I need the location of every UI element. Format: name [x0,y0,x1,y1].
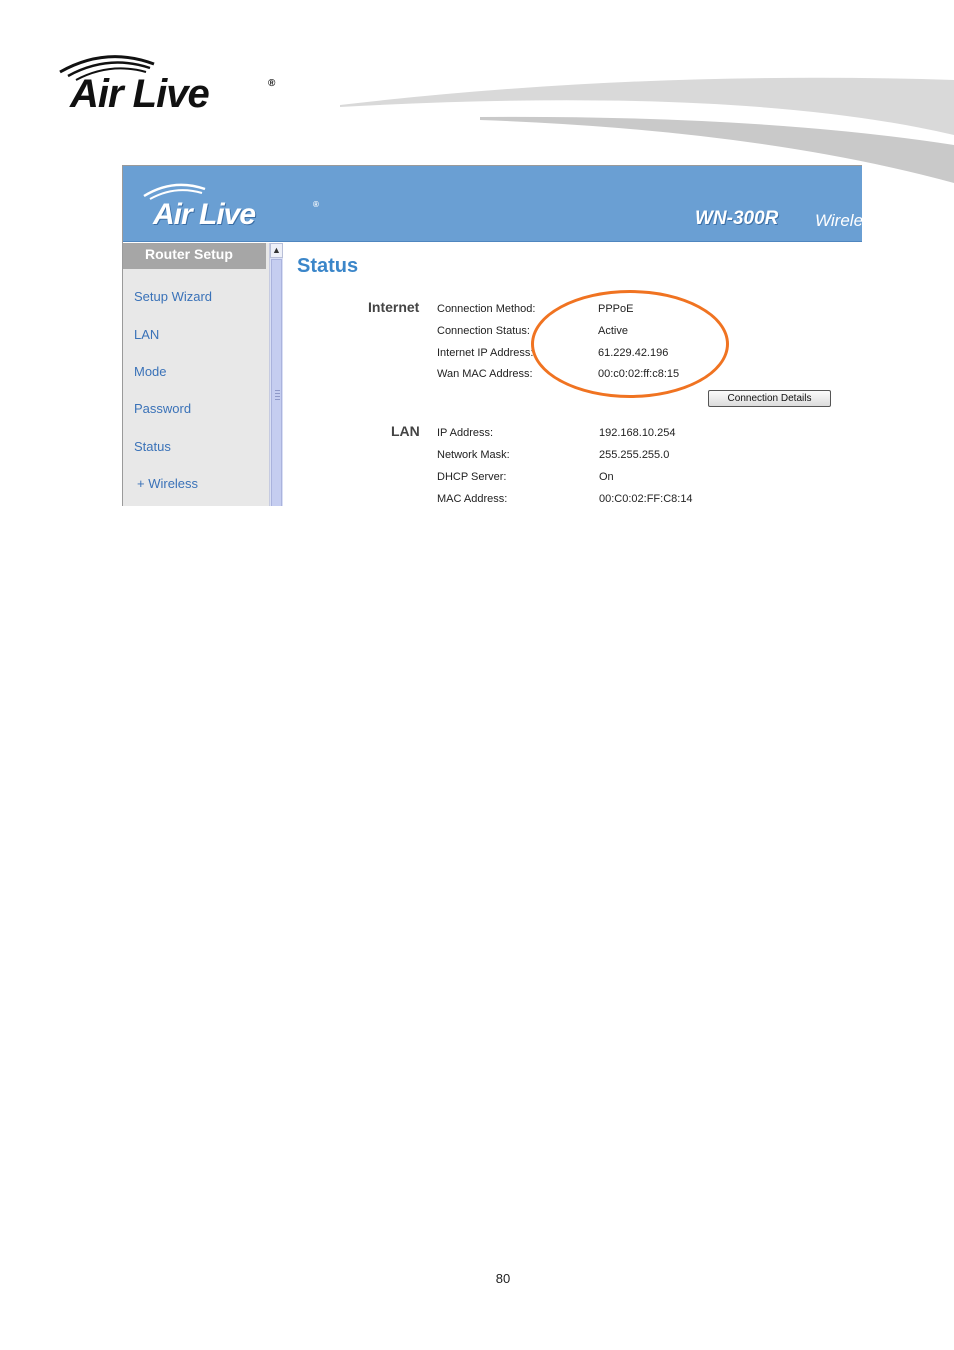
banner-logo: Air Live ® [141,180,321,236]
wan-mac-label: Wan MAC Address: [437,368,533,380]
model-name: WN-300R [695,208,779,229]
connection-details-button[interactable]: Connection Details [708,390,831,407]
lan-mac-value: 00:C0:02:FF:C8:14 [599,493,693,505]
logo-wordmark: Air Live [70,72,210,116]
network-mask-label: Network Mask: [437,449,510,461]
sidebar-nav: Router Setup Setup Wizard LAN Mode Passw… [123,243,269,506]
sidebar-scrollbar[interactable]: ▲ [269,243,283,506]
connection-method-label: Connection Method: [437,303,536,315]
internet-ip-label: Internet IP Address: [437,347,534,359]
page-title: Status [297,255,359,277]
lan-section-label: LAN [391,423,420,439]
sidebar-item-status[interactable]: Status [134,439,171,454]
sidebar-item-lan[interactable]: LAN [134,327,159,342]
network-mask-value: 255.255.255.0 [599,449,670,461]
lan-ip-value: 192.168.10.254 [599,427,676,439]
dhcp-server-label: DHCP Server: [437,471,507,483]
router-banner: Air Live ® WN-300R Wirele [123,166,862,242]
sidebar-item-setup-wizard[interactable]: Setup Wizard [134,289,212,304]
lan-mac-label: MAC Address: [437,493,508,505]
dhcp-server-value: On [599,471,614,483]
highlight-ellipse [531,290,729,398]
internet-section-label: Internet [368,299,420,315]
sidebar-item-mode[interactable]: Mode [134,364,167,379]
product-line-text: Wirele [815,211,862,230]
connection-status-label: Connection Status: [437,325,530,337]
scrollbar-thumb[interactable] [271,259,282,506]
sidebar-item-wireless[interactable]: + Wireless [137,476,198,491]
sidebar-item-password[interactable]: Password [134,401,191,416]
page-number: 80 [495,1271,511,1286]
router-status-screenshot: Air Live ® WN-300R Wirele Router Setup S… [122,165,862,506]
scroll-up-arrow-icon[interactable]: ▲ [270,243,283,258]
sidebar-header: Router Setup [123,243,266,269]
lan-ip-label: IP Address: [437,427,494,439]
registered-mark: ® [268,78,276,89]
airlive-document-logo: Air Live ® [56,50,286,120]
banner-registered-mark: ® [313,200,319,209]
scrollbar-grip-icon [275,390,280,400]
banner-logo-wordmark: Air Live [153,198,256,231]
